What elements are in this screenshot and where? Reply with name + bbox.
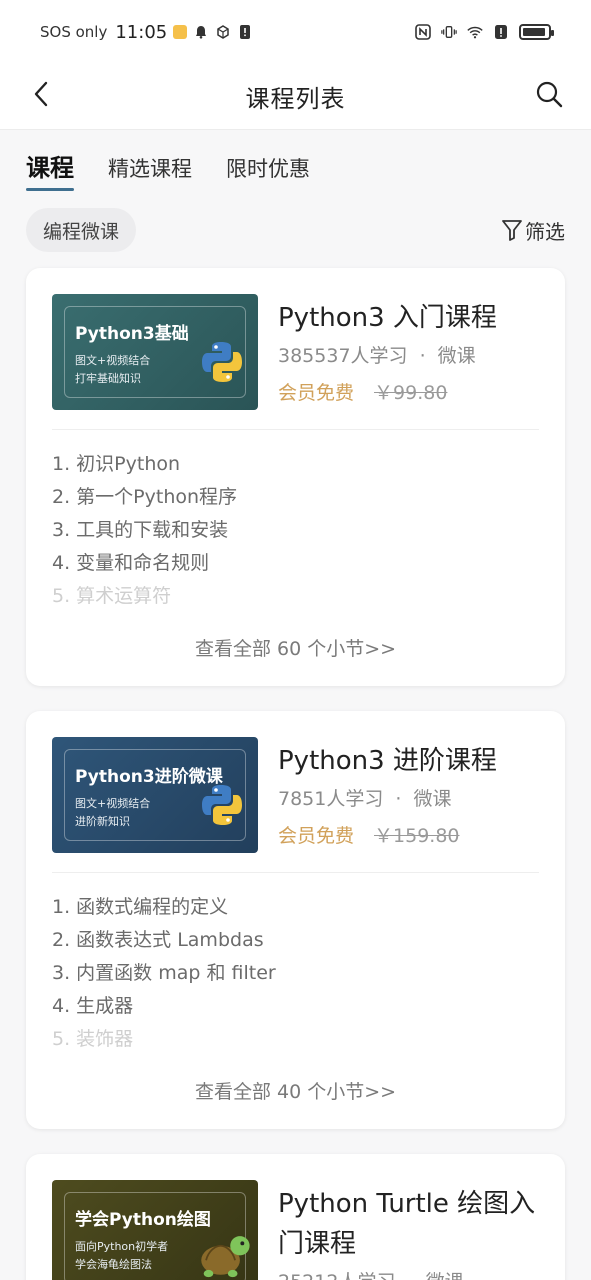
course-card[interactable]: Python3基础 图文+视频结合 打牢基础知识 Python3 入门课程 38…: [26, 268, 565, 686]
view-all-link[interactable]: 查看全部 40 个小节>>: [26, 1077, 565, 1104]
course-thumbnail: 学会Python绘图 面向Python初学者 学会海龟绘图法: [52, 1180, 258, 1280]
course-meta: 7851人学习 · 微课: [278, 785, 545, 813]
member-free-label: 会员免费: [278, 825, 355, 847]
original-price: ￥159.80: [374, 825, 460, 847]
price-row: 会员免费 ￥99.80: [278, 378, 545, 405]
course-title: Python Turtle 绘图入门课程: [278, 1189, 536, 1259]
course-thumbnail: Python3进阶微课 图文+视频结合 进阶新知识: [52, 737, 258, 853]
lesson-item[interactable]: 3. 内置函数 map 和 filter: [52, 957, 539, 990]
original-price: ￥99.80: [374, 382, 448, 404]
course-type: 微课: [437, 345, 476, 367]
course-card[interactable]: 学会Python绘图 面向Python初学者 学会海龟绘图法 Python Tu…: [26, 1154, 565, 1280]
course-title: Python3 入门课程: [278, 303, 497, 333]
search-icon: [536, 81, 563, 108]
vibrate-icon: [441, 24, 457, 40]
turtle-icon: [201, 1236, 250, 1278]
notification-app-icon: [173, 25, 188, 39]
category-chip[interactable]: 编程微课: [26, 208, 137, 252]
status-left: SOS only 11:05: [40, 22, 253, 43]
lesson-item[interactable]: 1. 函数式编程的定义: [52, 891, 539, 924]
card-divider: [52, 872, 539, 873]
course-thumbnail: Python3基础 图文+视频结合 打牢基础知识: [52, 294, 258, 410]
alert-icon: [493, 24, 509, 40]
tab-featured[interactable]: 精选课程: [108, 153, 192, 203]
carrier-text: SOS only: [40, 23, 108, 41]
app-bar: 课程列表: [0, 64, 591, 130]
course-title: Python3 进阶课程: [278, 746, 497, 776]
filter-button[interactable]: 筛选: [501, 216, 565, 245]
search-button[interactable]: [533, 78, 565, 110]
student-count: 7851人学习: [278, 788, 384, 810]
tab-limited-offer[interactable]: 限时优惠: [226, 153, 310, 203]
status-bar: SOS only 11:05: [0, 0, 591, 64]
student-count: 25212人学习: [278, 1271, 395, 1280]
battery-icon: [519, 24, 554, 40]
course-meta: 25212人学习 · 微课: [278, 1268, 545, 1280]
lesson-item[interactable]: 3. 工具的下载和安装: [52, 514, 539, 547]
view-all-link[interactable]: 查看全部 60 个小节>>: [26, 634, 565, 661]
card-divider: [52, 429, 539, 430]
course-type: 微课: [426, 1271, 464, 1280]
filter-icon: [502, 220, 522, 241]
lesson-item[interactable]: 1. 初识Python: [52, 448, 539, 481]
sim-alert-icon: [237, 24, 253, 40]
meta-separator: ·: [395, 788, 402, 810]
status-time: 11:05: [115, 21, 168, 43]
filter-row: 编程微课 筛选: [26, 208, 565, 252]
lesson-item[interactable]: 4. 生成器: [52, 990, 539, 1023]
course-info: Python3 进阶课程 7851人学习 · 微课 会员免费 ￥159.80: [278, 741, 545, 848]
lesson-item[interactable]: 4. 变量和命名规则: [52, 547, 539, 580]
course-type: 微课: [413, 788, 452, 810]
lesson-list: 1. 函数式编程的定义 2. 函数表达式 Lambdas 3. 内置函数 map…: [52, 891, 539, 1056]
back-icon: [34, 81, 48, 107]
cube-icon: [215, 24, 231, 40]
back-button[interactable]: [26, 79, 56, 109]
tab-bar: 课程 精选课程 限时优惠: [0, 131, 591, 203]
bell-icon: [193, 24, 209, 40]
lesson-item[interactable]: 5. 算术运算符: [52, 580, 539, 613]
lesson-item[interactable]: 5. 装饰器: [52, 1023, 539, 1056]
status-right: [415, 24, 554, 40]
lesson-item[interactable]: 2. 函数表达式 Lambdas: [52, 924, 539, 957]
course-info: Python Turtle 绘图入门课程 25212人学习 · 微课: [278, 1184, 545, 1280]
python-logo-icon: [202, 342, 242, 382]
meta-separator: ·: [408, 1271, 414, 1280]
student-count: 385537人学习: [278, 345, 408, 367]
course-info: Python3 入门课程 385537人学习 · 微课 会员免费 ￥99.80: [278, 298, 545, 405]
member-free-label: 会员免费: [278, 382, 355, 404]
course-meta: 385537人学习 · 微课: [278, 342, 545, 370]
price-row: 会员免费 ￥159.80: [278, 821, 545, 848]
wifi-icon: [467, 24, 483, 40]
lesson-list: 1. 初识Python 2. 第一个Python程序 3. 工具的下载和安装 4…: [52, 448, 539, 613]
course-card[interactable]: Python3进阶微课 图文+视频结合 进阶新知识 Python3 进阶课程 7…: [26, 711, 565, 1129]
nfc-icon: [415, 24, 431, 40]
lesson-item[interactable]: 2. 第一个Python程序: [52, 481, 539, 514]
python-logo-icon: [202, 785, 242, 825]
tab-courses[interactable]: 课程: [26, 148, 74, 203]
page-title: 课程列表: [245, 85, 346, 113]
filter-label: 筛选: [525, 219, 565, 244]
meta-separator: ·: [419, 345, 426, 367]
